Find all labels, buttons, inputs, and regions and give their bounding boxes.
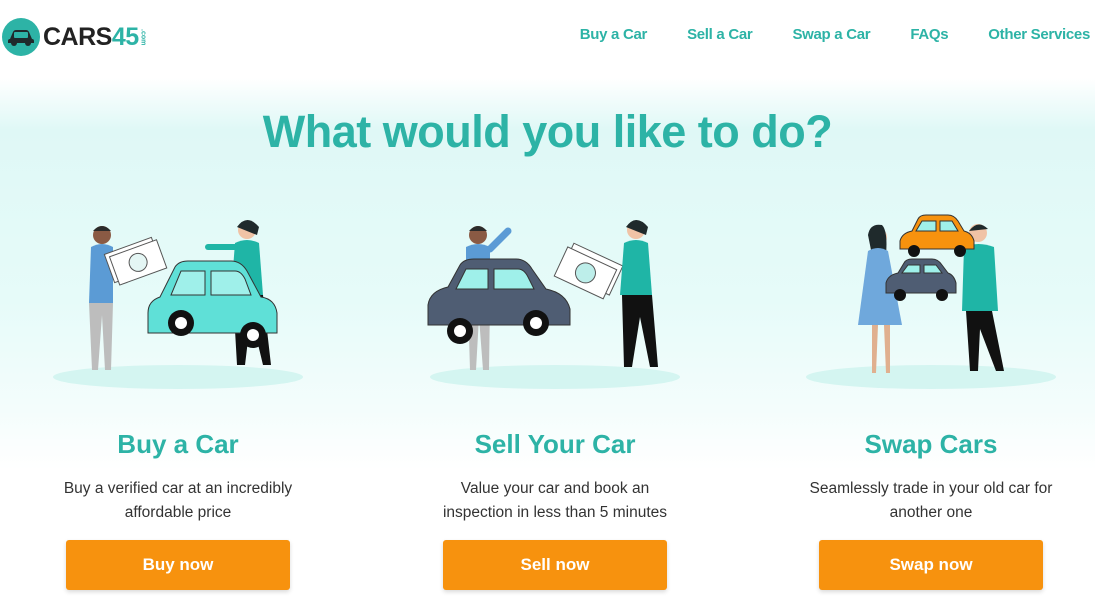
- cars45-logo[interactable]: CARS45 .com: [2, 17, 147, 57]
- buy-card-description: Buy a verified car at an incredibly affor…: [63, 480, 293, 521]
- swap-card-description: Seamlessly trade in your old car for anot…: [809, 480, 1053, 521]
- page-title: What would you like to do?: [262, 106, 833, 157]
- logo-dotcom: .com: [139, 28, 147, 46]
- site-header: CARS45 .com Buy a Car Sell a Car Swap a …: [0, 0, 1095, 72]
- nav-faqs[interactable]: FAQs: [910, 26, 948, 43]
- sell-card-description: Value your car and book an inspection in …: [442, 480, 668, 521]
- sell-card-title: Sell Your Car: [474, 429, 636, 459]
- nav-buy-a-car[interactable]: Buy a Car: [580, 26, 648, 43]
- swap-card-title: Swap Cars: [864, 429, 998, 459]
- car-logo-icon: [2, 18, 40, 56]
- nav-swap-a-car[interactable]: Swap a Car: [792, 26, 870, 43]
- main-nav: Buy a Car Sell a Car Swap a Car FAQs Oth…: [580, 26, 1091, 43]
- buy-now-button[interactable]: Buy now: [66, 540, 290, 590]
- nav-other-services[interactable]: Other Services: [988, 26, 1090, 43]
- buy-card: Buy a Car Buy a verified car at an incre…: [13, 205, 343, 590]
- nav-sell-a-car[interactable]: Sell a Car: [687, 26, 753, 43]
- buy-car-illustration: [53, 220, 303, 389]
- sell-car-illustration: [427, 220, 680, 389]
- sell-now-button[interactable]: Sell now: [443, 540, 667, 590]
- swap-now-button[interactable]: Swap now: [819, 540, 1043, 590]
- swap-car-illustration: [806, 214, 1056, 389]
- buy-card-title: Buy a Car: [117, 429, 239, 459]
- swap-card: Swap Cars Seamlessly trade in your old c…: [766, 205, 1095, 590]
- logo-wordmark: CARS45: [43, 22, 139, 51]
- sell-card: Sell Your Car Value your car and book an…: [390, 205, 720, 590]
